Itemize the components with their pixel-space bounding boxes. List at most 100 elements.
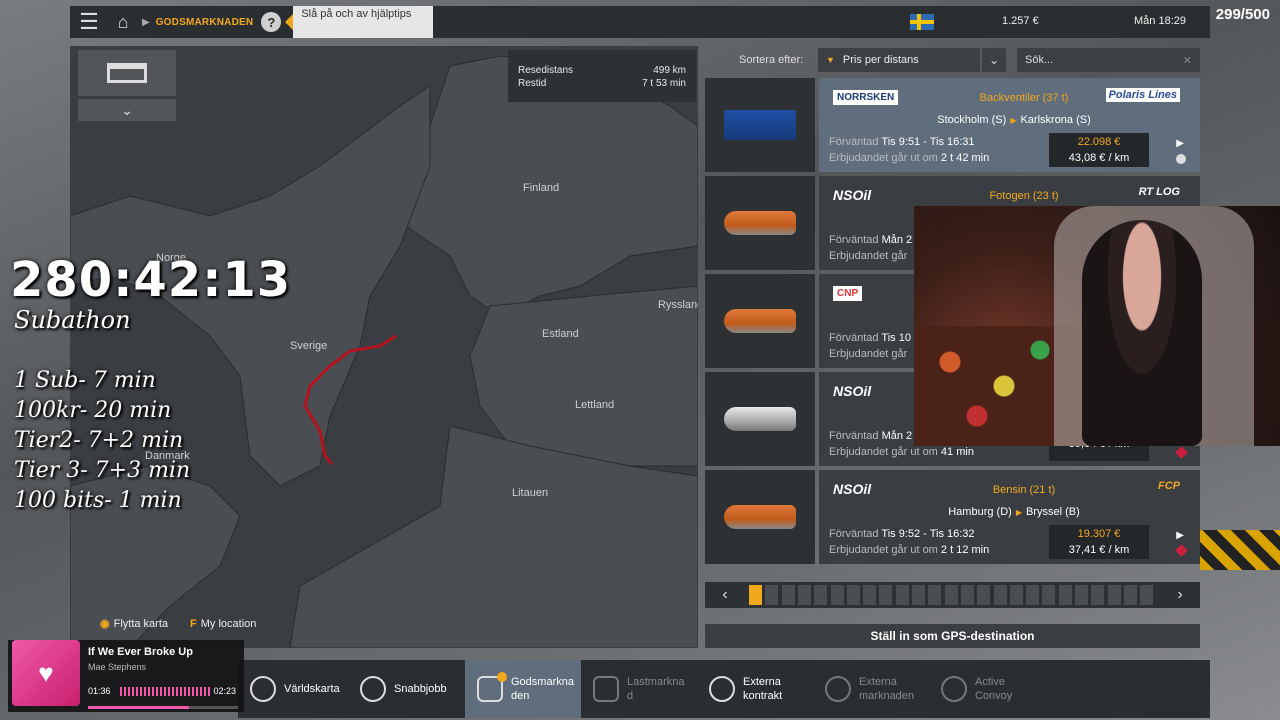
page-segment[interactable] <box>993 585 1007 605</box>
clear-icon[interactable]: ✕ <box>1183 54 1192 67</box>
nav-snabbjobb[interactable]: Snabbjobb <box>348 660 458 718</box>
stream-goal-counter: 299/500 <box>1215 6 1270 23</box>
page-segment[interactable] <box>879 585 893 605</box>
expected-time: Förväntad Mån 2 <box>829 234 912 246</box>
price-box: 22.098 € 43,08 € / km <box>1049 133 1149 167</box>
chevron-right-icon[interactable]: › <box>1160 582 1200 608</box>
hazard-icon <box>1175 544 1188 557</box>
map-canvas <box>70 46 698 648</box>
page-segment[interactable] <box>765 585 779 605</box>
page-segment[interactable] <box>1042 585 1056 605</box>
page-segment[interactable] <box>944 585 958 605</box>
song-current-time: 01:36 <box>88 686 111 696</box>
page-segment[interactable] <box>1009 585 1023 605</box>
play-icon[interactable]: ▶ <box>1176 530 1184 541</box>
page-segment[interactable] <box>1140 585 1154 605</box>
page-segment[interactable] <box>977 585 991 605</box>
song-title: If We Ever Broke Up <box>88 646 193 658</box>
my-location-label: My location <box>200 618 257 630</box>
mouse-icon: ◉ <box>100 618 110 630</box>
page-segment[interactable] <box>1091 585 1105 605</box>
key-f: F <box>190 618 197 630</box>
game-clock: Mån 18:29 <box>1134 15 1186 27</box>
expected-value: Tis 9:51 - Tis 16:31 <box>881 136 975 148</box>
tip-pointer-icon <box>285 14 294 30</box>
route-line: Hamburg (D) ▶ Bryssel (B) <box>929 506 1099 518</box>
map-layer-button[interactable] <box>78 50 176 96</box>
page-segment[interactable] <box>1026 585 1040 605</box>
destination-city: Karlskrona (S) <box>1020 114 1091 126</box>
expires-label: Erbjudandet går ut om <box>829 544 938 556</box>
album-art: ♥ <box>12 640 80 706</box>
pallet-icon <box>107 63 147 83</box>
page-segment[interactable] <box>863 585 877 605</box>
sort-label: Sortera efter: <box>739 54 804 66</box>
nav-active-convoy[interactable]: Active Convoy <box>929 660 1043 718</box>
page-segment[interactable] <box>912 585 925 605</box>
globe-icon <box>709 676 735 702</box>
map-pin-icon <box>250 676 276 702</box>
time-value: 7 t 53 min <box>642 78 686 89</box>
offer-expiry: Erbjudandet går <box>829 348 908 360</box>
page-segment[interactable] <box>1075 585 1088 605</box>
breadcrumb[interactable]: GODSMARKNADEN <box>156 17 254 28</box>
song-progress <box>88 706 238 709</box>
nav-label: Godsmarkna den <box>511 676 574 702</box>
nav-label: Världskarta <box>284 683 340 695</box>
origin-city: Stockholm (S) <box>937 114 1007 126</box>
nav-label: Externa kontrakt <box>743 676 783 702</box>
expected-time: Förväntad Tis 9:51 - Tis 16:31 <box>829 136 975 148</box>
page-segment[interactable] <box>830 585 844 605</box>
help-button[interactable]: ? <box>261 12 282 32</box>
song-total-time: 02:23 <box>213 686 236 696</box>
menu-icon[interactable]: ☰ <box>70 6 108 38</box>
nav-label: Snabbjobb <box>394 683 447 695</box>
page-segment[interactable] <box>749 585 762 605</box>
chevron-down-icon[interactable]: ⌄ <box>982 48 1006 72</box>
waveform <box>120 687 210 696</box>
sender-logo: NORRSKEN <box>833 86 899 108</box>
page-segment[interactable] <box>1058 585 1072 605</box>
set-gps-button[interactable]: Ställ in som GPS-destination <box>705 624 1200 648</box>
sort-select[interactable]: ▼ Pris per distans <box>818 48 980 72</box>
world-map[interactable]: ⌄ Resedistans 499 km Restid 7 t 53 min Fin… <box>70 46 698 648</box>
nav-godsmarknaden[interactable]: Godsmarkna den <box>465 660 581 718</box>
nav-label: Externa marknaden <box>859 676 915 702</box>
page-segment[interactable] <box>814 585 828 605</box>
cargo-info: NSOil Bensin (21 t) FCP Hamburg (D) ▶ Brys… <box>819 470 1200 564</box>
search-input[interactable]: Sök... ✕ <box>1017 48 1200 72</box>
nav-externa-marknaden[interactable]: Externa marknaden <box>813 660 927 718</box>
chevron-left-icon[interactable]: ‹ <box>705 582 745 608</box>
expected-label: Förväntad <box>829 136 879 148</box>
page-segment[interactable] <box>797 585 811 605</box>
nav-externa-kontrakt[interactable]: Externa kontrakt <box>697 660 811 718</box>
nav-varldskarta[interactable]: Världskarta <box>238 660 346 718</box>
sort-triangle-icon: ▼ <box>826 55 835 65</box>
page-segment[interactable] <box>895 585 909 605</box>
home-icon[interactable]: ⌂ <box>108 6 138 38</box>
expected-value: Tis 10 <box>881 332 911 344</box>
page-segment[interactable] <box>1107 585 1121 605</box>
now-playing-widget: ♥ If We Ever Broke Up Mae Stephens 01:36… <box>8 640 244 712</box>
country-litauen: Litauen <box>512 487 549 499</box>
move-map-label: Flytta karta <box>113 618 169 630</box>
page-segment[interactable] <box>1123 585 1137 605</box>
page-segment[interactable] <box>928 585 942 605</box>
page-segment[interactable] <box>960 585 974 605</box>
trailer-icon <box>593 676 619 702</box>
page-segment[interactable] <box>781 585 795 605</box>
country-estland: Estland <box>542 328 579 340</box>
receiver-logo: FCP <box>1158 480 1180 492</box>
arrow-right-icon: ▶ <box>1015 508 1022 517</box>
cargo-row[interactable]: NORRSKEN Backventiler (37 t) Polaris Lin… <box>705 78 1200 172</box>
cargo-row[interactable]: NSOil Bensin (21 t) FCP Hamburg (D) ▶ Brys… <box>705 470 1200 564</box>
sender-name: NSOil <box>833 383 872 399</box>
play-icon[interactable]: ▶ <box>1176 138 1184 149</box>
sweden-flag-icon <box>910 14 934 30</box>
page-segment[interactable] <box>846 585 860 605</box>
nav-lastmarknad[interactable]: Lastmarkna d <box>581 660 695 718</box>
top-bar: ☰ ⌂ ▶ GODSMARKNADEN ? Slå på och av hjäl… <box>70 6 1210 38</box>
destination-city: Bryssel (B) <box>1025 506 1080 518</box>
chevron-down-icon[interactable]: ⌄ <box>78 99 176 121</box>
my-location-hint[interactable]: F My location <box>190 618 256 630</box>
